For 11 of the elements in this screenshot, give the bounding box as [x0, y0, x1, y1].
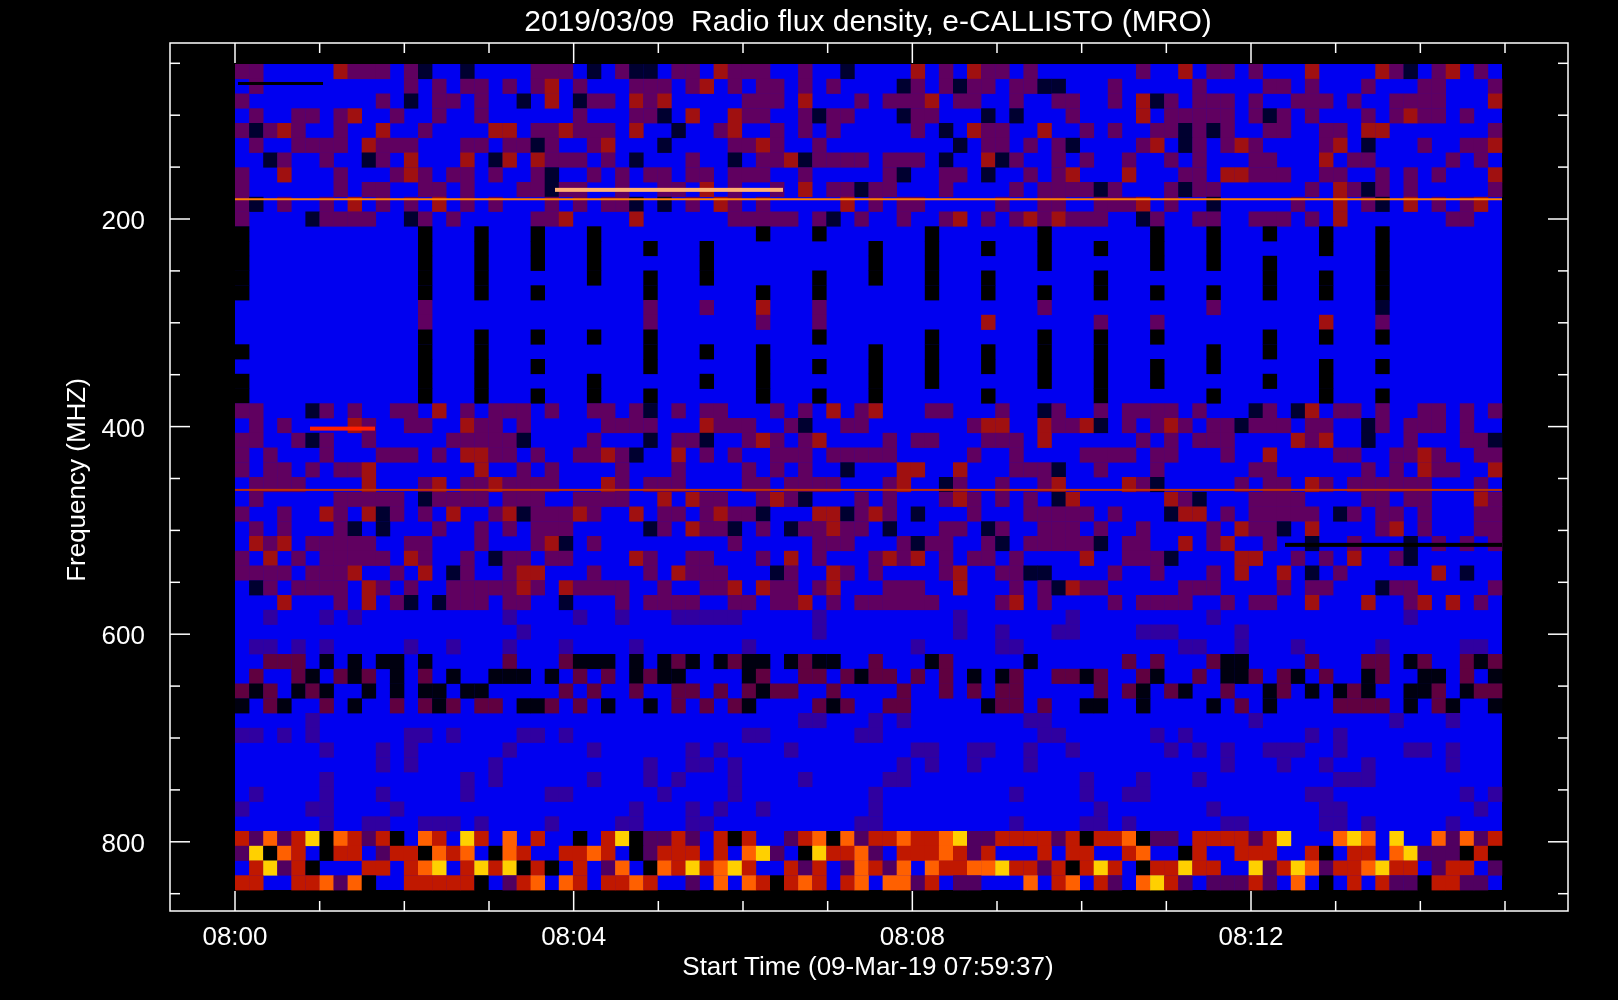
tick-label: 400 — [101, 412, 145, 443]
chart-title: 2019/03/09 Radio flux density, e-CALLISTO (MRO) — [524, 4, 1212, 37]
tick-label: 800 — [101, 827, 145, 858]
axis-label: Start Time (09-Mar-19 07:59:37) — [682, 951, 1054, 981]
tick-label: 08:04 — [541, 921, 607, 951]
tick-label: 08:00 — [202, 921, 268, 951]
tick-label: 200 — [101, 205, 145, 235]
axis-label: Frequency (MHZ) — [61, 378, 91, 582]
tick-label: 08:12 — [1218, 921, 1284, 951]
tick-label: 600 — [101, 620, 145, 651]
tick-label: 08:08 — [879, 921, 945, 951]
